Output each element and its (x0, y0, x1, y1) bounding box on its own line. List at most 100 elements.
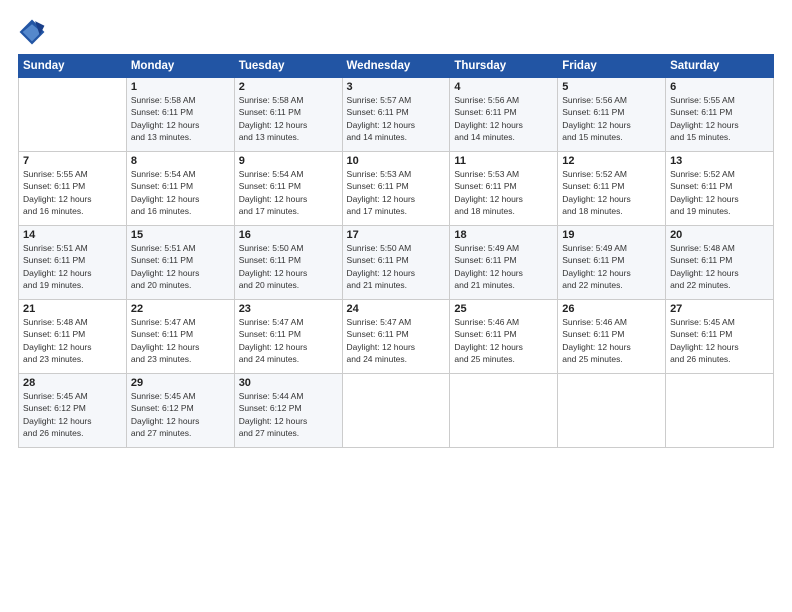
calendar-week-5: 28Sunrise: 5:45 AM Sunset: 6:12 PM Dayli… (19, 374, 774, 448)
day-number: 8 (131, 155, 230, 167)
calendar-cell: 5Sunrise: 5:56 AM Sunset: 6:11 PM Daylig… (558, 78, 666, 152)
calendar-cell: 12Sunrise: 5:52 AM Sunset: 6:11 PM Dayli… (558, 152, 666, 226)
calendar-cell: 19Sunrise: 5:49 AM Sunset: 6:11 PM Dayli… (558, 226, 666, 300)
calendar-week-1: 1Sunrise: 5:58 AM Sunset: 6:11 PM Daylig… (19, 78, 774, 152)
header-row: SundayMondayTuesdayWednesdayThursdayFrid… (19, 55, 774, 78)
day-number: 2 (239, 81, 338, 93)
calendar-cell: 2Sunrise: 5:58 AM Sunset: 6:11 PM Daylig… (234, 78, 342, 152)
day-info: Sunrise: 5:45 AM Sunset: 6:12 PM Dayligh… (23, 390, 122, 439)
col-header-monday: Monday (126, 55, 234, 78)
day-number: 9 (239, 155, 338, 167)
day-number: 17 (347, 229, 446, 241)
day-info: Sunrise: 5:51 AM Sunset: 6:11 PM Dayligh… (23, 242, 122, 291)
col-header-wednesday: Wednesday (342, 55, 450, 78)
calendar-cell: 1Sunrise: 5:58 AM Sunset: 6:11 PM Daylig… (126, 78, 234, 152)
day-info: Sunrise: 5:47 AM Sunset: 6:11 PM Dayligh… (347, 316, 446, 365)
day-number: 11 (454, 155, 553, 167)
calendar-cell: 18Sunrise: 5:49 AM Sunset: 6:11 PM Dayli… (450, 226, 558, 300)
calendar-cell: 14Sunrise: 5:51 AM Sunset: 6:11 PM Dayli… (19, 226, 127, 300)
col-header-friday: Friday (558, 55, 666, 78)
day-number: 29 (131, 377, 230, 389)
calendar-cell: 29Sunrise: 5:45 AM Sunset: 6:12 PM Dayli… (126, 374, 234, 448)
calendar-cell: 9Sunrise: 5:54 AM Sunset: 6:11 PM Daylig… (234, 152, 342, 226)
day-number: 3 (347, 81, 446, 93)
calendar-cell: 16Sunrise: 5:50 AM Sunset: 6:11 PM Dayli… (234, 226, 342, 300)
day-info: Sunrise: 5:49 AM Sunset: 6:11 PM Dayligh… (562, 242, 661, 291)
day-info: Sunrise: 5:48 AM Sunset: 6:11 PM Dayligh… (670, 242, 769, 291)
day-info: Sunrise: 5:51 AM Sunset: 6:11 PM Dayligh… (131, 242, 230, 291)
logo-icon (18, 18, 46, 46)
day-number: 6 (670, 81, 769, 93)
day-number: 30 (239, 377, 338, 389)
col-header-sunday: Sunday (19, 55, 127, 78)
calendar-table: SundayMondayTuesdayWednesdayThursdayFrid… (18, 54, 774, 448)
day-info: Sunrise: 5:56 AM Sunset: 6:11 PM Dayligh… (454, 94, 553, 143)
calendar-cell: 15Sunrise: 5:51 AM Sunset: 6:11 PM Dayli… (126, 226, 234, 300)
col-header-thursday: Thursday (450, 55, 558, 78)
day-info: Sunrise: 5:52 AM Sunset: 6:11 PM Dayligh… (670, 168, 769, 217)
calendar-cell (666, 374, 774, 448)
calendar-page: SundayMondayTuesdayWednesdayThursdayFrid… (0, 0, 792, 612)
day-number: 28 (23, 377, 122, 389)
day-number: 22 (131, 303, 230, 315)
day-info: Sunrise: 5:44 AM Sunset: 6:12 PM Dayligh… (239, 390, 338, 439)
day-number: 4 (454, 81, 553, 93)
day-info: Sunrise: 5:57 AM Sunset: 6:11 PM Dayligh… (347, 94, 446, 143)
day-info: Sunrise: 5:52 AM Sunset: 6:11 PM Dayligh… (562, 168, 661, 217)
day-number: 18 (454, 229, 553, 241)
day-info: Sunrise: 5:55 AM Sunset: 6:11 PM Dayligh… (23, 168, 122, 217)
day-info: Sunrise: 5:47 AM Sunset: 6:11 PM Dayligh… (131, 316, 230, 365)
day-info: Sunrise: 5:45 AM Sunset: 6:11 PM Dayligh… (670, 316, 769, 365)
day-number: 27 (670, 303, 769, 315)
day-number: 21 (23, 303, 122, 315)
calendar-cell: 25Sunrise: 5:46 AM Sunset: 6:11 PM Dayli… (450, 300, 558, 374)
day-number: 7 (23, 155, 122, 167)
day-number: 24 (347, 303, 446, 315)
day-number: 12 (562, 155, 661, 167)
calendar-cell: 27Sunrise: 5:45 AM Sunset: 6:11 PM Dayli… (666, 300, 774, 374)
day-info: Sunrise: 5:53 AM Sunset: 6:11 PM Dayligh… (347, 168, 446, 217)
day-number: 25 (454, 303, 553, 315)
day-info: Sunrise: 5:58 AM Sunset: 6:11 PM Dayligh… (239, 94, 338, 143)
day-number: 19 (562, 229, 661, 241)
day-number: 20 (670, 229, 769, 241)
calendar-week-3: 14Sunrise: 5:51 AM Sunset: 6:11 PM Dayli… (19, 226, 774, 300)
calendar-cell: 24Sunrise: 5:47 AM Sunset: 6:11 PM Dayli… (342, 300, 450, 374)
day-number: 15 (131, 229, 230, 241)
day-number: 10 (347, 155, 446, 167)
day-info: Sunrise: 5:56 AM Sunset: 6:11 PM Dayligh… (562, 94, 661, 143)
col-header-saturday: Saturday (666, 55, 774, 78)
calendar-cell: 13Sunrise: 5:52 AM Sunset: 6:11 PM Dayli… (666, 152, 774, 226)
calendar-week-4: 21Sunrise: 5:48 AM Sunset: 6:11 PM Dayli… (19, 300, 774, 374)
calendar-cell: 6Sunrise: 5:55 AM Sunset: 6:11 PM Daylig… (666, 78, 774, 152)
day-info: Sunrise: 5:49 AM Sunset: 6:11 PM Dayligh… (454, 242, 553, 291)
calendar-cell: 11Sunrise: 5:53 AM Sunset: 6:11 PM Dayli… (450, 152, 558, 226)
calendar-cell: 3Sunrise: 5:57 AM Sunset: 6:11 PM Daylig… (342, 78, 450, 152)
calendar-cell: 7Sunrise: 5:55 AM Sunset: 6:11 PM Daylig… (19, 152, 127, 226)
calendar-cell (558, 374, 666, 448)
col-header-tuesday: Tuesday (234, 55, 342, 78)
logo (18, 18, 49, 46)
day-number: 1 (131, 81, 230, 93)
calendar-cell: 4Sunrise: 5:56 AM Sunset: 6:11 PM Daylig… (450, 78, 558, 152)
calendar-cell: 28Sunrise: 5:45 AM Sunset: 6:12 PM Dayli… (19, 374, 127, 448)
calendar-cell: 8Sunrise: 5:54 AM Sunset: 6:11 PM Daylig… (126, 152, 234, 226)
calendar-cell: 20Sunrise: 5:48 AM Sunset: 6:11 PM Dayli… (666, 226, 774, 300)
day-info: Sunrise: 5:58 AM Sunset: 6:11 PM Dayligh… (131, 94, 230, 143)
day-info: Sunrise: 5:54 AM Sunset: 6:11 PM Dayligh… (131, 168, 230, 217)
day-number: 14 (23, 229, 122, 241)
day-number: 13 (670, 155, 769, 167)
day-number: 16 (239, 229, 338, 241)
calendar-cell (450, 374, 558, 448)
calendar-cell: 30Sunrise: 5:44 AM Sunset: 6:12 PM Dayli… (234, 374, 342, 448)
day-info: Sunrise: 5:50 AM Sunset: 6:11 PM Dayligh… (347, 242, 446, 291)
calendar-cell (19, 78, 127, 152)
day-number: 23 (239, 303, 338, 315)
calendar-week-2: 7Sunrise: 5:55 AM Sunset: 6:11 PM Daylig… (19, 152, 774, 226)
calendar-cell: 10Sunrise: 5:53 AM Sunset: 6:11 PM Dayli… (342, 152, 450, 226)
day-info: Sunrise: 5:53 AM Sunset: 6:11 PM Dayligh… (454, 168, 553, 217)
day-info: Sunrise: 5:46 AM Sunset: 6:11 PM Dayligh… (454, 316, 553, 365)
calendar-cell: 23Sunrise: 5:47 AM Sunset: 6:11 PM Dayli… (234, 300, 342, 374)
day-number: 26 (562, 303, 661, 315)
day-info: Sunrise: 5:50 AM Sunset: 6:11 PM Dayligh… (239, 242, 338, 291)
